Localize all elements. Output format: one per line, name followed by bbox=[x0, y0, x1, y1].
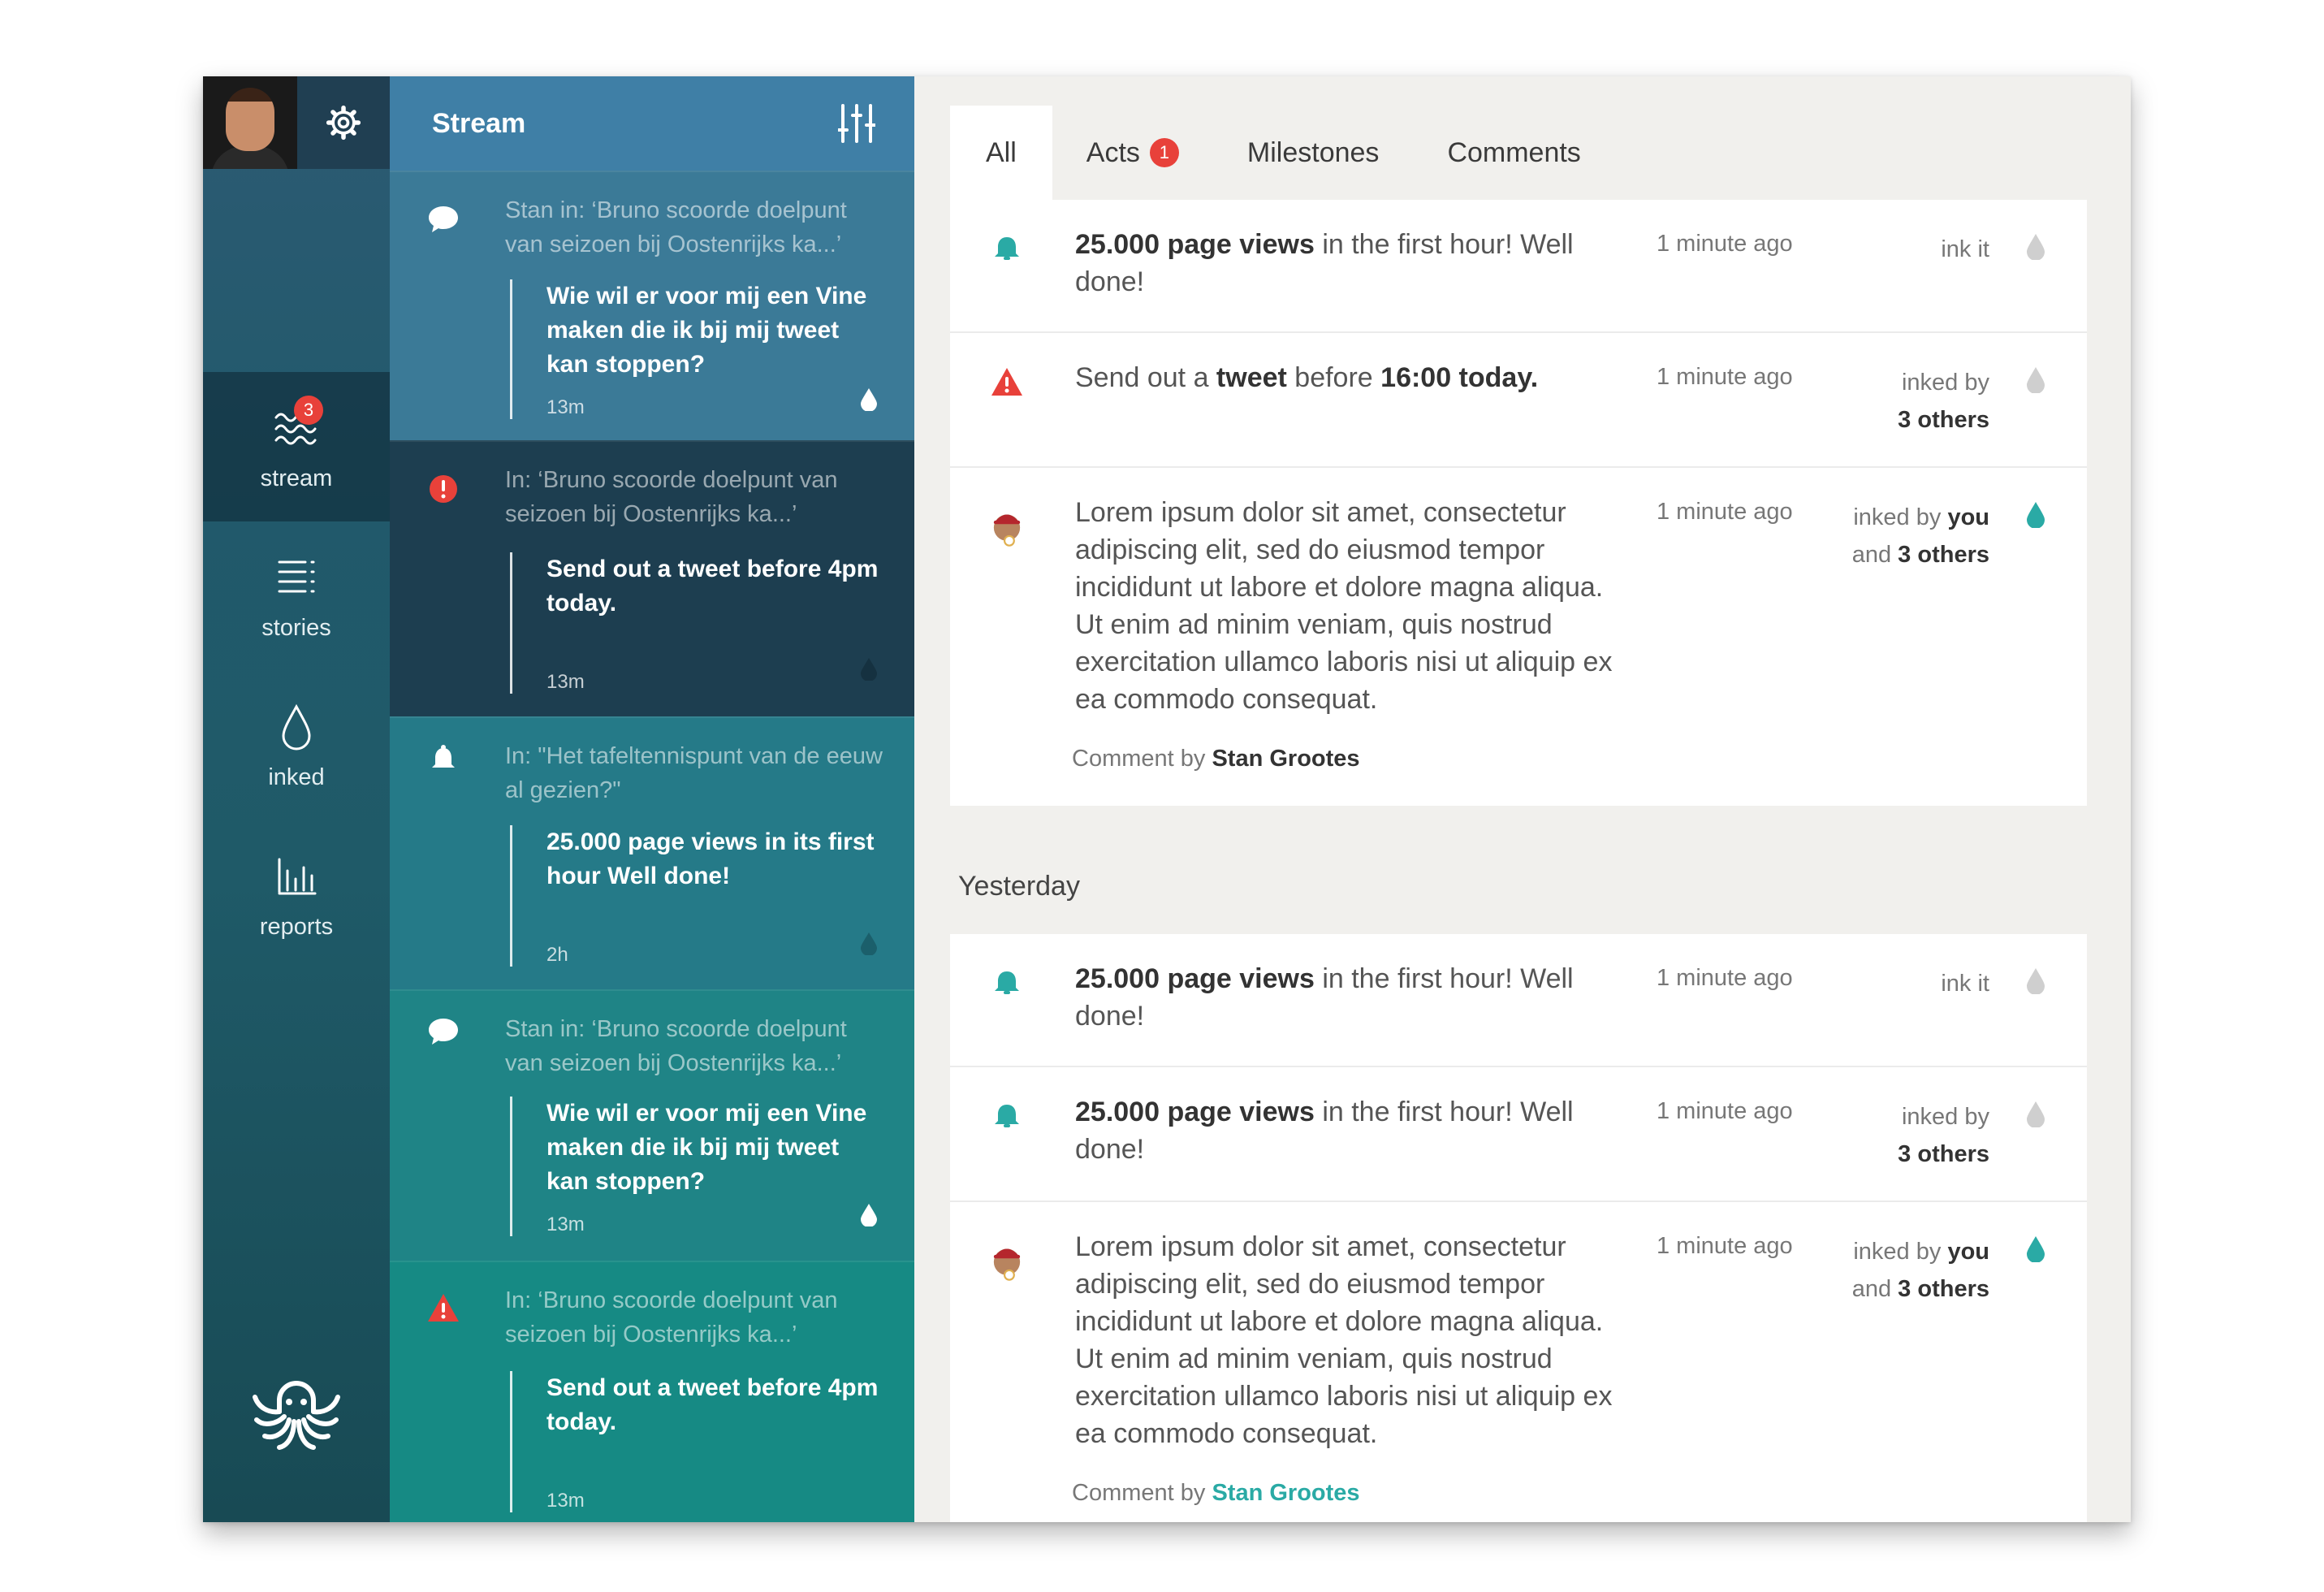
bell-icon bbox=[995, 1105, 1019, 1127]
feed-item[interactable]: 25.000 page views in the first hour! Wel… bbox=[950, 934, 2087, 1067]
feed-list-today: 25.000 page views in the first hour! Wel… bbox=[950, 200, 2087, 806]
nav-item-inked[interactable]: inked bbox=[203, 671, 390, 820]
ink-drop-icon[interactable] bbox=[2025, 500, 2046, 528]
feed-list-yesterday: 25.000 page views in the first hour! Wel… bbox=[950, 934, 2087, 1522]
ink-drop-icon[interactable] bbox=[859, 387, 879, 411]
stream-badge: 3 bbox=[294, 395, 323, 425]
ink-drop-icon[interactable] bbox=[2025, 967, 2046, 994]
feed-panel: All Acts 1 Milestones Comments 25.000 pag… bbox=[914, 76, 2131, 1522]
card-title: Send out a tweet before 4pm today. bbox=[546, 1374, 879, 1435]
ink-drop-icon[interactable] bbox=[2025, 366, 2046, 393]
alert-circle-icon bbox=[430, 475, 457, 503]
inked-by[interactable]: inked by 3 others bbox=[1898, 364, 1989, 439]
warning-triangle-icon bbox=[991, 368, 1022, 396]
nav-label-stream: stream bbox=[260, 465, 333, 491]
stream-card[interactable]: In: ‘Bruno scoorde doelpunt van seizoen … bbox=[390, 440, 914, 716]
stream-card[interactable]: In: ‘Bruno scoorde doelpunt van seizoen … bbox=[390, 1261, 914, 1522]
stream-card[interactable]: Stan in: ‘Bruno scoorde doelpunt van sei… bbox=[390, 171, 914, 440]
app-window: 3 stream stories inked reports Stream St… bbox=[203, 76, 2131, 1522]
gear-icon bbox=[326, 105, 361, 141]
feed-time: 1 minute ago bbox=[1657, 1233, 1793, 1259]
ink-it-link[interactable]: ink it bbox=[1941, 231, 1989, 268]
feed-time: 1 minute ago bbox=[1657, 965, 1793, 991]
filter-sliders-icon[interactable] bbox=[838, 102, 875, 145]
octopus-logo bbox=[203, 1360, 390, 1465]
section-title-yesterday: Yesterday bbox=[958, 871, 1080, 902]
nav-item-reports[interactable]: reports bbox=[203, 820, 390, 970]
ink-drop-icon[interactable] bbox=[2025, 232, 2046, 260]
settings-button[interactable] bbox=[297, 76, 390, 169]
stream-title: Stream bbox=[432, 107, 526, 139]
card-title: Send out a tweet before 4pm today. bbox=[546, 556, 879, 616]
bell-icon bbox=[995, 971, 1019, 994]
card-time: 13m bbox=[546, 671, 585, 693]
chat-bubble-icon bbox=[429, 206, 458, 232]
feed-item[interactable]: Lorem ipsum dolor sit amet, consectetur … bbox=[950, 1202, 2087, 1522]
card-context: In: ‘Bruno scoorde doelpunt van seizoen … bbox=[505, 467, 838, 527]
ink-drop-icon[interactable] bbox=[859, 931, 879, 955]
inked-by[interactable]: inked by you and 3 others bbox=[1852, 499, 1989, 573]
bell-icon bbox=[995, 237, 1019, 260]
card-context: Stan in: ‘Bruno scoorde doelpunt van sei… bbox=[505, 1016, 847, 1076]
commenter-avatar bbox=[993, 514, 1021, 547]
card-time: 13m bbox=[546, 396, 585, 418]
acts-badge: 1 bbox=[1149, 138, 1179, 167]
drop-icon bbox=[282, 703, 311, 750]
stream-header: Stream bbox=[390, 76, 914, 171]
nav-label-inked: inked bbox=[268, 764, 325, 790]
octopus-icon bbox=[253, 1381, 340, 1450]
ink-drop-icon[interactable] bbox=[859, 1202, 879, 1226]
feed-time: 1 minute ago bbox=[1657, 1098, 1793, 1124]
feed-item[interactable]: 25.000 page views in the first hour! Wel… bbox=[950, 200, 2087, 333]
bell-icon bbox=[432, 745, 455, 768]
feed-item[interactable]: Lorem ipsum dolor sit amet, consectetur … bbox=[950, 468, 2087, 806]
card-time: 2h bbox=[546, 944, 568, 966]
card-time: 13m bbox=[546, 1490, 585, 1512]
feed-time: 1 minute ago bbox=[1657, 364, 1793, 390]
ink-it-link[interactable]: ink it bbox=[1941, 965, 1989, 1002]
tab-all[interactable]: All bbox=[950, 106, 1052, 200]
ink-drop-icon[interactable] bbox=[2025, 1100, 2046, 1127]
chat-bubble-icon bbox=[429, 1019, 458, 1045]
user-avatar[interactable] bbox=[203, 76, 297, 169]
nav-item-stream[interactable]: 3 stream bbox=[203, 372, 390, 521]
card-title: Wie wil er voor mij een Vine maken die i… bbox=[546, 1100, 867, 1195]
left-nav: 3 stream stories inked reports bbox=[203, 76, 390, 1522]
card-context: Stan in: ‘Bruno scoorde doelpunt van sei… bbox=[505, 197, 847, 257]
card-title: 25.000 page views in its first hour Well… bbox=[546, 828, 875, 889]
list-icon bbox=[278, 560, 315, 592]
feed-item[interactable]: Send out a tweet before 16:00 today. 1 m… bbox=[950, 333, 2087, 468]
comment-text: Lorem ipsum dolor sit amet, consectetur … bbox=[1075, 1231, 1613, 1449]
stream-card[interactable]: In: "Het tafeltennispunt van de eeuw al … bbox=[390, 716, 914, 989]
ink-drop-icon[interactable] bbox=[859, 656, 879, 681]
comment-author: Comment by Stan Grootes bbox=[1072, 746, 1360, 772]
commenter-avatar bbox=[993, 1248, 1021, 1281]
card-time: 13m bbox=[546, 1213, 585, 1235]
inked-by[interactable]: inked by you and 3 others bbox=[1852, 1233, 1989, 1308]
feed-time: 1 minute ago bbox=[1657, 231, 1793, 257]
tab-milestones[interactable]: Milestones bbox=[1213, 106, 1414, 200]
tab-comments[interactable]: Comments bbox=[1413, 106, 1614, 200]
stream-card[interactable]: Stan in: ‘Bruno scoorde doelpunt van sei… bbox=[390, 989, 914, 1261]
comment-author: Comment by Stan Grootes bbox=[1072, 1480, 1360, 1506]
stream-column: Stream Stan in: ‘Bruno scoorde doelpunt … bbox=[390, 76, 914, 1522]
card-context: In: "Het tafeltennispunt van de eeuw al … bbox=[505, 743, 883, 803]
bars-icon bbox=[278, 858, 317, 894]
ink-drop-icon[interactable] bbox=[2025, 1235, 2046, 1262]
tab-acts[interactable]: Acts 1 bbox=[1052, 106, 1213, 200]
feed-tabs: All Acts 1 Milestones Comments bbox=[950, 106, 1615, 200]
nav-item-stories[interactable]: stories bbox=[203, 521, 390, 671]
nav-label-stories: stories bbox=[261, 614, 331, 641]
feed-time: 1 minute ago bbox=[1657, 499, 1793, 525]
feed-item[interactable]: 25.000 page views in the first hour! Wel… bbox=[950, 1067, 2087, 1202]
card-title: Wie wil er voor mij een Vine maken die i… bbox=[546, 283, 867, 378]
nav-label-reports: reports bbox=[259, 913, 334, 940]
inked-by[interactable]: inked by 3 others bbox=[1898, 1098, 1989, 1173]
warning-triangle-icon bbox=[428, 1294, 459, 1322]
comment-text: Lorem ipsum dolor sit amet, consectetur … bbox=[1075, 497, 1613, 715]
card-context: In: ‘Bruno scoorde doelpunt van seizoen … bbox=[505, 1287, 838, 1348]
